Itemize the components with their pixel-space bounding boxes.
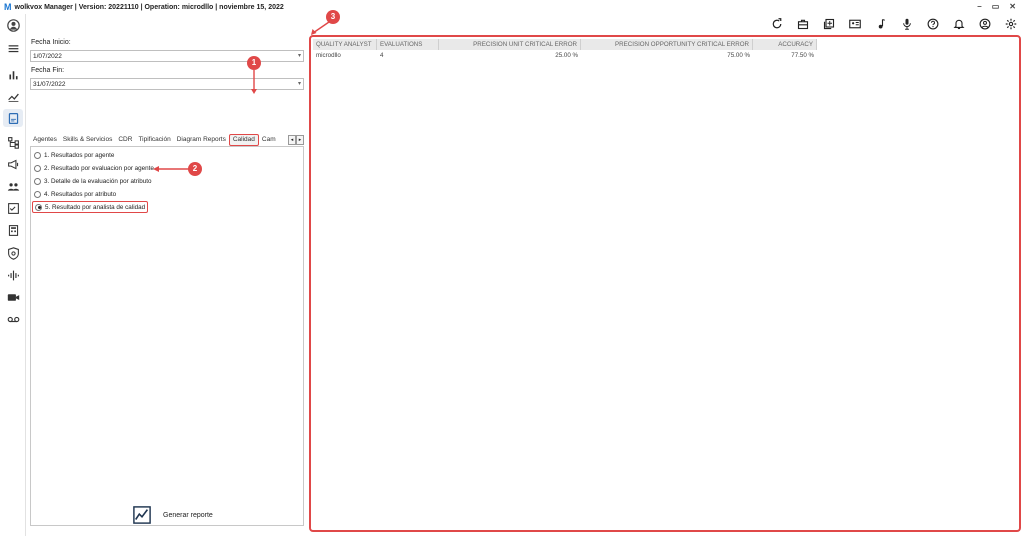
tab-scroll-controls: ◂ ▸ bbox=[288, 135, 304, 145]
option-label: 2. Resultado por evaluacion por agente bbox=[44, 164, 154, 172]
refresh-icon[interactable] bbox=[764, 15, 790, 33]
column-evaluations[interactable]: EVALUATIONS bbox=[377, 39, 439, 50]
callout-badge-2: 2 bbox=[188, 162, 202, 176]
tab-agentes[interactable]: Agentes bbox=[30, 134, 60, 146]
callout-arrow-2 bbox=[153, 166, 189, 172]
tab-campanas[interactable]: Cam bbox=[259, 134, 279, 146]
app-logo: M bbox=[4, 2, 12, 12]
column-precision-opportunity-critical-error[interactable]: PRECISION OPPORTUNITY CRITICAL ERROR bbox=[581, 39, 753, 50]
user-icon[interactable] bbox=[3, 16, 23, 34]
add-layer-icon[interactable] bbox=[816, 15, 842, 33]
shield-icon[interactable] bbox=[3, 244, 23, 262]
campaign-icon[interactable] bbox=[3, 155, 23, 173]
start-date-field[interactable]: 1/07/2022 ▾ bbox=[30, 50, 304, 62]
radio-button[interactable] bbox=[34, 151, 41, 159]
option-resultados-por-atributo[interactable]: 4. Resultados por atributo bbox=[34, 189, 116, 199]
top-toolbar bbox=[764, 15, 1024, 33]
cell-precision-unit-critical-error: 25.00 % bbox=[555, 52, 578, 59]
audio-wave-icon[interactable] bbox=[3, 266, 23, 284]
tab-scroll-right-icon[interactable]: ▸ bbox=[296, 135, 304, 145]
radio-button[interactable] bbox=[34, 190, 41, 198]
radio-button-checked[interactable] bbox=[35, 203, 42, 211]
option-label: 3. Detalle de la evaluación por atributo bbox=[44, 177, 152, 185]
radio-button[interactable] bbox=[34, 177, 41, 185]
tab-skills-servicios[interactable]: Skills & Servicios bbox=[60, 134, 115, 146]
option-label: 1. Resultados por agente bbox=[44, 151, 115, 159]
option-detalle-evaluacion-atributo[interactable]: 3. Detalle de la evaluación por atributo bbox=[34, 176, 151, 186]
generate-report-label: Generar reporte bbox=[163, 511, 213, 519]
account-icon[interactable] bbox=[972, 15, 998, 33]
users-group-icon[interactable] bbox=[3, 177, 23, 195]
contact-card-icon[interactable] bbox=[842, 15, 868, 33]
title-bar: M wolkvox Manager | Version: 20221110 | … bbox=[0, 0, 1024, 14]
calidad-tab-content: 1. Resultados por agente 2. Resultado po… bbox=[30, 146, 304, 526]
close-button[interactable]: ✕ bbox=[1009, 2, 1016, 11]
cell-evaluations: 4 bbox=[380, 52, 384, 59]
option-label: 4. Resultados por atributo bbox=[44, 190, 117, 198]
radio-button[interactable] bbox=[34, 164, 41, 172]
checklist-icon[interactable] bbox=[3, 199, 23, 217]
option-resultado-evaluacion-agente[interactable]: 2. Resultado por evaluacion por agente bbox=[34, 163, 154, 173]
tab-scroll-left-icon[interactable]: ◂ bbox=[288, 135, 296, 145]
end-date-label: Fecha Fin: bbox=[31, 67, 65, 74]
calculator-icon[interactable] bbox=[3, 221, 23, 239]
callout-arrow-1 bbox=[251, 70, 257, 94]
reports-icon[interactable] bbox=[3, 109, 23, 127]
tab-calidad[interactable]: Calidad bbox=[228, 134, 259, 146]
option-resultado-analista-calidad[interactable]: 5. Resultado por analista de calidad bbox=[32, 201, 149, 213]
table-row[interactable]: microdllo 4 25.00 % 75.00 % 77.50 % bbox=[313, 51, 817, 61]
bar-chart-icon[interactable] bbox=[3, 65, 23, 83]
column-quality-analyst[interactable]: QUALITY ANALYST bbox=[313, 39, 377, 50]
cell-quality-analyst: microdllo bbox=[316, 52, 341, 59]
end-date-value: 31/07/2022 bbox=[33, 81, 66, 88]
help-icon[interactable] bbox=[920, 15, 946, 33]
restore-button[interactable]: ▭ bbox=[992, 2, 1000, 11]
hierarchy-icon[interactable] bbox=[3, 133, 23, 151]
video-icon[interactable] bbox=[3, 288, 23, 306]
start-date-value: 1/07/2022 bbox=[33, 53, 62, 60]
report-tabs: Agentes Skills & Servicios CDR Tipificac… bbox=[30, 134, 304, 146]
trend-chart-icon bbox=[133, 506, 151, 524]
tab-cdr[interactable]: CDR bbox=[115, 134, 135, 146]
results-grid: QUALITY ANALYST EVALUATIONS PRECISION UN… bbox=[309, 35, 1021, 532]
music-note-icon[interactable] bbox=[868, 15, 894, 33]
window-title: wolkvox Manager | Version: 20221110 | Op… bbox=[14, 3, 284, 11]
tab-diagram-reports[interactable]: Diagram Reports bbox=[174, 134, 229, 146]
start-date-label: Fecha Inicio: bbox=[31, 39, 71, 46]
generate-report-button[interactable]: Generar reporte bbox=[133, 504, 213, 526]
settings-icon[interactable] bbox=[998, 15, 1024, 33]
callout-arrow-3 bbox=[311, 21, 330, 35]
window-controls: – ▭ ✕ bbox=[977, 2, 1016, 11]
analytics-icon[interactable] bbox=[3, 87, 23, 105]
side-rail bbox=[0, 14, 26, 536]
column-accuracy[interactable]: ACCURACY bbox=[753, 39, 817, 50]
callout-badge-1: 1 bbox=[247, 56, 261, 70]
option-label: 5. Resultado por analista de calidad bbox=[45, 203, 146, 211]
grid-header: QUALITY ANALYST EVALUATIONS PRECISION UN… bbox=[313, 39, 817, 50]
microphone-icon[interactable] bbox=[894, 15, 920, 33]
menu-icon[interactable] bbox=[3, 39, 23, 57]
tab-tipificacion[interactable]: Tipificación bbox=[135, 134, 173, 146]
minimize-button[interactable]: – bbox=[977, 2, 981, 11]
cell-precision-opportunity-critical-error: 75.00 % bbox=[727, 52, 750, 59]
app-window: M wolkvox Manager | Version: 20221110 | … bbox=[0, 0, 1024, 536]
column-precision-unit-critical-error[interactable]: PRECISION UNIT CRITICAL ERROR bbox=[439, 39, 581, 50]
report-form-panel: Fecha Inicio: 1/07/2022 ▾ Fecha Fin: 31/… bbox=[29, 36, 305, 532]
voicemail-icon[interactable] bbox=[3, 310, 23, 328]
toolbox-icon[interactable] bbox=[790, 15, 816, 33]
chevron-down-icon[interactable]: ▾ bbox=[298, 51, 301, 62]
cell-accuracy: 77.50 % bbox=[791, 52, 814, 59]
end-date-field[interactable]: 31/07/2022 ▾ bbox=[30, 78, 304, 90]
bell-icon[interactable] bbox=[946, 15, 972, 33]
chevron-down-icon[interactable]: ▾ bbox=[298, 79, 301, 90]
option-resultados-por-agente[interactable]: 1. Resultados por agente bbox=[34, 150, 114, 160]
